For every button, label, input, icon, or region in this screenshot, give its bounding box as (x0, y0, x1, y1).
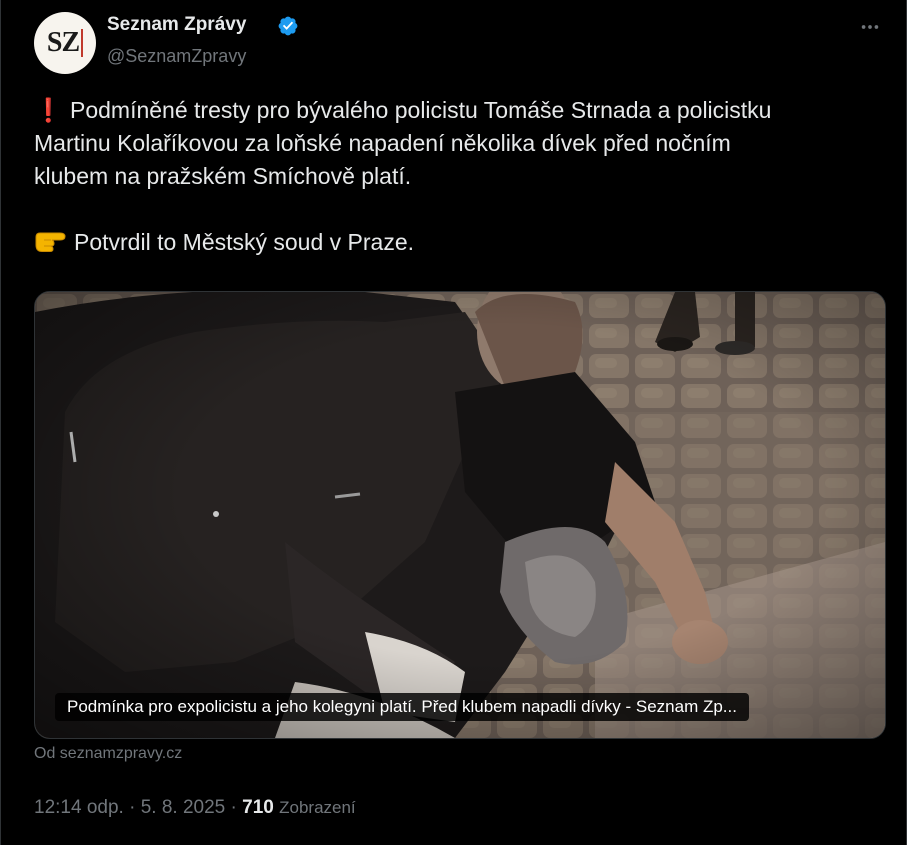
tweet-meta: 12:14 odp. · 5. 8. 2025 · 710 Zobrazení (34, 797, 356, 819)
tweet-text-line-4-content: Potvrdil to Městský soud v Praze. (74, 229, 415, 255)
tweet-text: ❗ Podmíněné tresty pro bývalého policistu… (34, 94, 894, 259)
author-handle[interactable]: @SeznamZpravy (107, 46, 246, 67)
author-display-name[interactable]: Seznam Zprávy (107, 14, 246, 36)
media-caption: Podmínka pro expolicistu a jeho kolegyni… (55, 693, 749, 721)
views-label: Zobrazení (279, 798, 356, 817)
avatar-logo-bar (81, 29, 84, 57)
tweet-text-line-3: klubem na pražském Smíchově platí. (34, 163, 412, 189)
backhand-index-pointing-right-icon (35, 232, 66, 252)
tweet-card: SZ Seznam Zprávy @SeznamZpravy ❗ Podmíněn… (0, 0, 907, 845)
tweet-text-line-1: ❗ Podmíněné tresty pro bývalého policistu… (34, 94, 894, 127)
views-count: 710 (242, 797, 274, 818)
tweet-text-blank (34, 193, 894, 226)
tweet-text-line-1-content: Podmíněné tresty pro bývalého policistu … (70, 97, 772, 123)
tweet-text-line-4: Potvrdil to Městský soud v Praze. (34, 226, 894, 259)
video-thumbnail-image (35, 292, 885, 738)
avatar[interactable]: SZ (34, 12, 96, 74)
link-source[interactable]: Od seznamzpravy.cz (34, 745, 182, 763)
tweet-time[interactable]: 12:14 odp. (34, 797, 124, 818)
verified-badge-icon (278, 16, 298, 36)
meta-separator: · (123, 797, 141, 818)
avatar-logo-text: SZ (46, 27, 80, 58)
tweet-date[interactable]: 5. 8. 2025 (141, 797, 226, 818)
meta-separator: · (225, 797, 243, 818)
tweet-text-line-2: Martinu Kolaříkovou za loňské napadení n… (34, 130, 731, 156)
exclamation-icon: ❗ (34, 97, 63, 123)
link-card-media[interactable]: Podmínka pro expolicistu a jeho kolegyni… (34, 291, 886, 739)
more-options-icon[interactable] (859, 16, 881, 38)
